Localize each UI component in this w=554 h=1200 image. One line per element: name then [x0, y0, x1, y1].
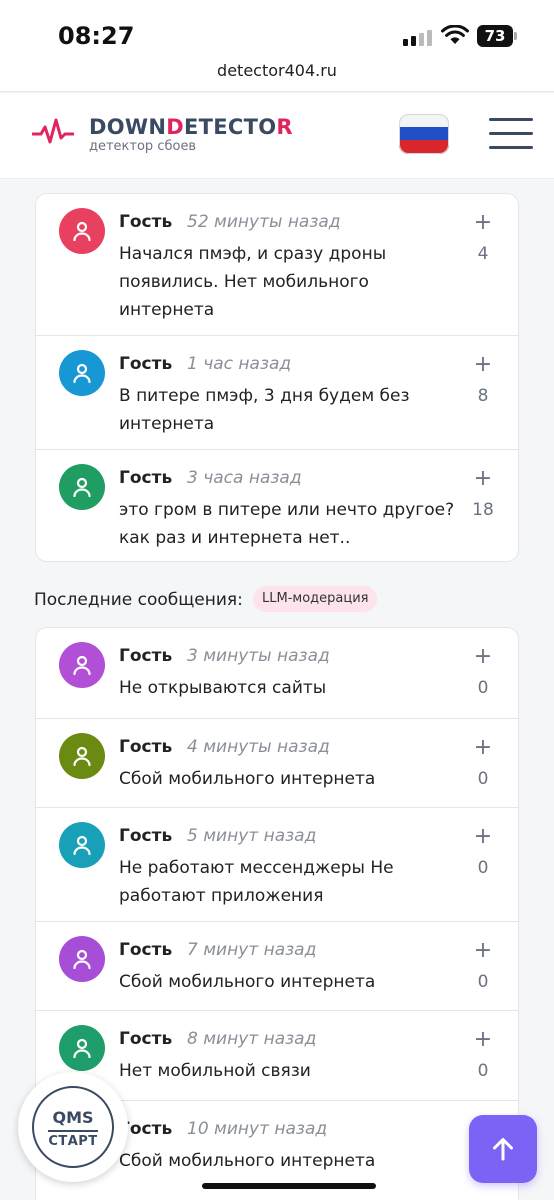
upvote-plus-icon[interactable]: + — [473, 1027, 493, 1052]
comment-time: 8 минут назад — [187, 1029, 317, 1049]
upvote-plus-icon[interactable]: + — [473, 352, 493, 377]
avatar — [59, 350, 105, 396]
comment-author: Гость — [119, 826, 173, 846]
vote-count: 0 — [477, 858, 489, 878]
user-icon — [73, 655, 91, 676]
comment-item: Гость 1 час назад В питере пмэф, 3 дня б… — [36, 335, 518, 449]
comment-item: Гость 7 минут назад Сбой мобильного инте… — [36, 921, 518, 1010]
comment-time: 3 часа назад — [187, 468, 302, 488]
comment-author: Гость — [119, 940, 173, 960]
comment-time: 1 час назад — [187, 354, 292, 374]
upvote-plus-icon[interactable]: + — [473, 938, 493, 963]
site-tagline: детектор сбоев — [89, 139, 197, 154]
comment-text: Сбой мобильного интернета — [119, 1151, 376, 1171]
avatar — [59, 208, 105, 254]
llm-moderation-badge: LLM-модерация — [253, 586, 378, 612]
vote-count: 4 — [477, 244, 489, 264]
user-icon — [73, 1038, 91, 1059]
comment-author: Гость — [119, 1029, 173, 1049]
user-icon — [73, 835, 91, 856]
status-bar: 08:27 73 — [0, 0, 554, 58]
arrow-up-icon — [493, 1138, 513, 1161]
comment-item: Гость 52 минуты назад Начался пмэф, и ср… — [36, 194, 518, 335]
home-indicator[interactable] — [202, 1183, 376, 1189]
comment-time: 7 минут назад — [187, 940, 317, 960]
comment-item: Гость 3 часа назад это гром в питере или… — [36, 449, 518, 561]
comment-time: 5 минут назад — [187, 826, 317, 846]
vote-count: 18 — [472, 500, 494, 520]
comment-text: Не работают мессенджеры Не работают прил… — [119, 858, 394, 906]
upvote-plus-icon[interactable]: + — [473, 466, 493, 491]
top-comments-card: Гость 52 минуты назад Начался пмэф, и ср… — [35, 193, 519, 562]
user-icon — [73, 949, 91, 970]
latest-messages-title: Последние сообщения: — [34, 590, 243, 610]
comment-author: Гость — [119, 354, 173, 374]
comment-text: В питере пмэф, 3 дня будем без интернета — [119, 386, 410, 434]
hamburger-menu-icon[interactable] — [489, 118, 533, 152]
qms-seal: QMS СТАРТ — [32, 1086, 114, 1168]
url-text[interactable]: detector404.ru — [217, 61, 337, 80]
comment-text: Сбой мобильного интернета — [119, 769, 376, 789]
battery-tip — [514, 32, 517, 40]
cellular-signal-icon — [403, 28, 433, 46]
comment-time: 3 минуты назад — [187, 646, 330, 666]
comment-time: 4 минуты назад — [187, 737, 330, 757]
battery-indicator: 73 — [477, 25, 513, 47]
vote-count: 8 — [477, 386, 489, 406]
comment-item: Гость 5 минут назад Не работают мессендж… — [36, 807, 518, 921]
site-header: DOWNDETECTOR детектор сбоев — [0, 93, 554, 179]
avatar — [59, 733, 105, 779]
comment-author: Гость — [119, 212, 173, 232]
clock: 08:27 — [58, 22, 135, 50]
avatar — [59, 936, 105, 982]
user-icon — [73, 363, 91, 384]
comment-item: Гость 4 минуты назад Сбой мобильного инт… — [36, 718, 518, 807]
comment-text: Начался пмэф, и сразу дроны появились. Н… — [119, 244, 387, 320]
vote-count: 0 — [477, 678, 489, 698]
site-logo[interactable]: DOWNDETECTOR — [89, 115, 293, 139]
comment-time: 52 минуты назад — [187, 212, 341, 232]
address-bar[interactable]: detector404.ru — [0, 58, 554, 92]
avatar — [59, 642, 105, 688]
comment-item: Гость 3 минуты назад Не открываются сайт… — [36, 628, 518, 718]
qms-start-label: СТАРТ — [48, 1134, 98, 1149]
scroll-to-top-button[interactable] — [469, 1115, 537, 1183]
wifi-icon — [441, 25, 469, 44]
user-icon — [73, 221, 91, 242]
avatar — [59, 1025, 105, 1071]
avatar — [59, 822, 105, 868]
comment-text: это гром в питере или нечто другое? как … — [119, 500, 455, 548]
comment-author: Гость — [119, 468, 173, 488]
comment-text: Не открываются сайты — [119, 678, 327, 698]
avatar — [59, 464, 105, 510]
user-icon — [73, 477, 91, 498]
upvote-plus-icon[interactable]: + — [473, 735, 493, 760]
comment-author: Гость — [119, 737, 173, 757]
comment-time: 10 минут назад — [187, 1119, 328, 1139]
vote-count: 0 — [477, 1061, 489, 1081]
user-icon — [73, 746, 91, 767]
qms-divider — [48, 1130, 98, 1132]
comment-author: Гость — [119, 646, 173, 666]
russia-flag-icon[interactable] — [399, 114, 449, 154]
pulse-logo-icon — [32, 118, 74, 144]
vote-count: 0 — [477, 769, 489, 789]
vote-count: 0 — [477, 972, 489, 992]
upvote-plus-icon[interactable]: + — [473, 824, 493, 849]
qms-label: QMS — [52, 1108, 94, 1127]
upvote-plus-icon[interactable]: + — [473, 210, 493, 235]
upvote-plus-icon[interactable]: + — [473, 644, 493, 669]
comment-text: Нет мобильной связи — [119, 1061, 311, 1081]
comment-text: Сбой мобильного интернета — [119, 972, 376, 992]
qms-start-badge[interactable]: QMS СТАРТ — [18, 1072, 128, 1182]
